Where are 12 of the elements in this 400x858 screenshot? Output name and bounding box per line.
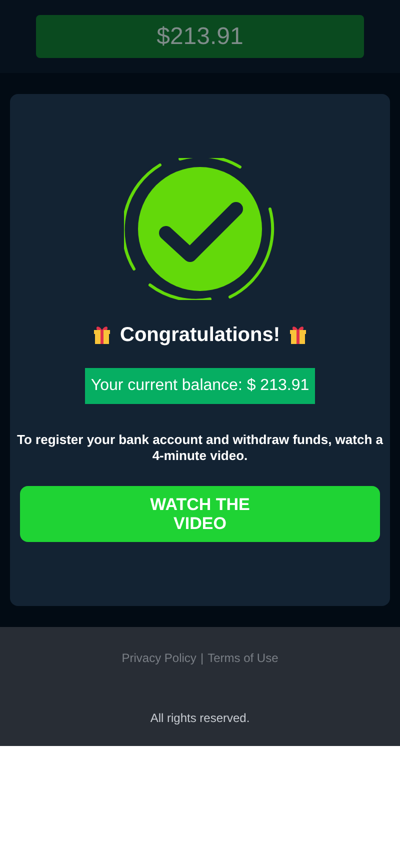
current-balance-label: Your current balance: $ 213.91 [85, 368, 315, 404]
check-circle-icon [124, 158, 276, 300]
congratulations-title: Congratulations! [120, 323, 280, 348]
link-separator: | [200, 650, 204, 667]
terms-of-use-link[interactable]: Terms of Use [208, 649, 278, 667]
watch-video-button[interactable]: WATCH THE VIDEO [20, 486, 380, 542]
gift-icon [92, 325, 112, 345]
gift-icon [288, 325, 308, 345]
copyright-text: All rights reserved. [150, 710, 250, 727]
instruction-text: To register your bank account and withdraw funds, watch a 4-minute video. [16, 432, 384, 464]
privacy-policy-link[interactable]: Privacy Policy [122, 649, 196, 667]
balance-display: $213.91 [36, 15, 364, 58]
